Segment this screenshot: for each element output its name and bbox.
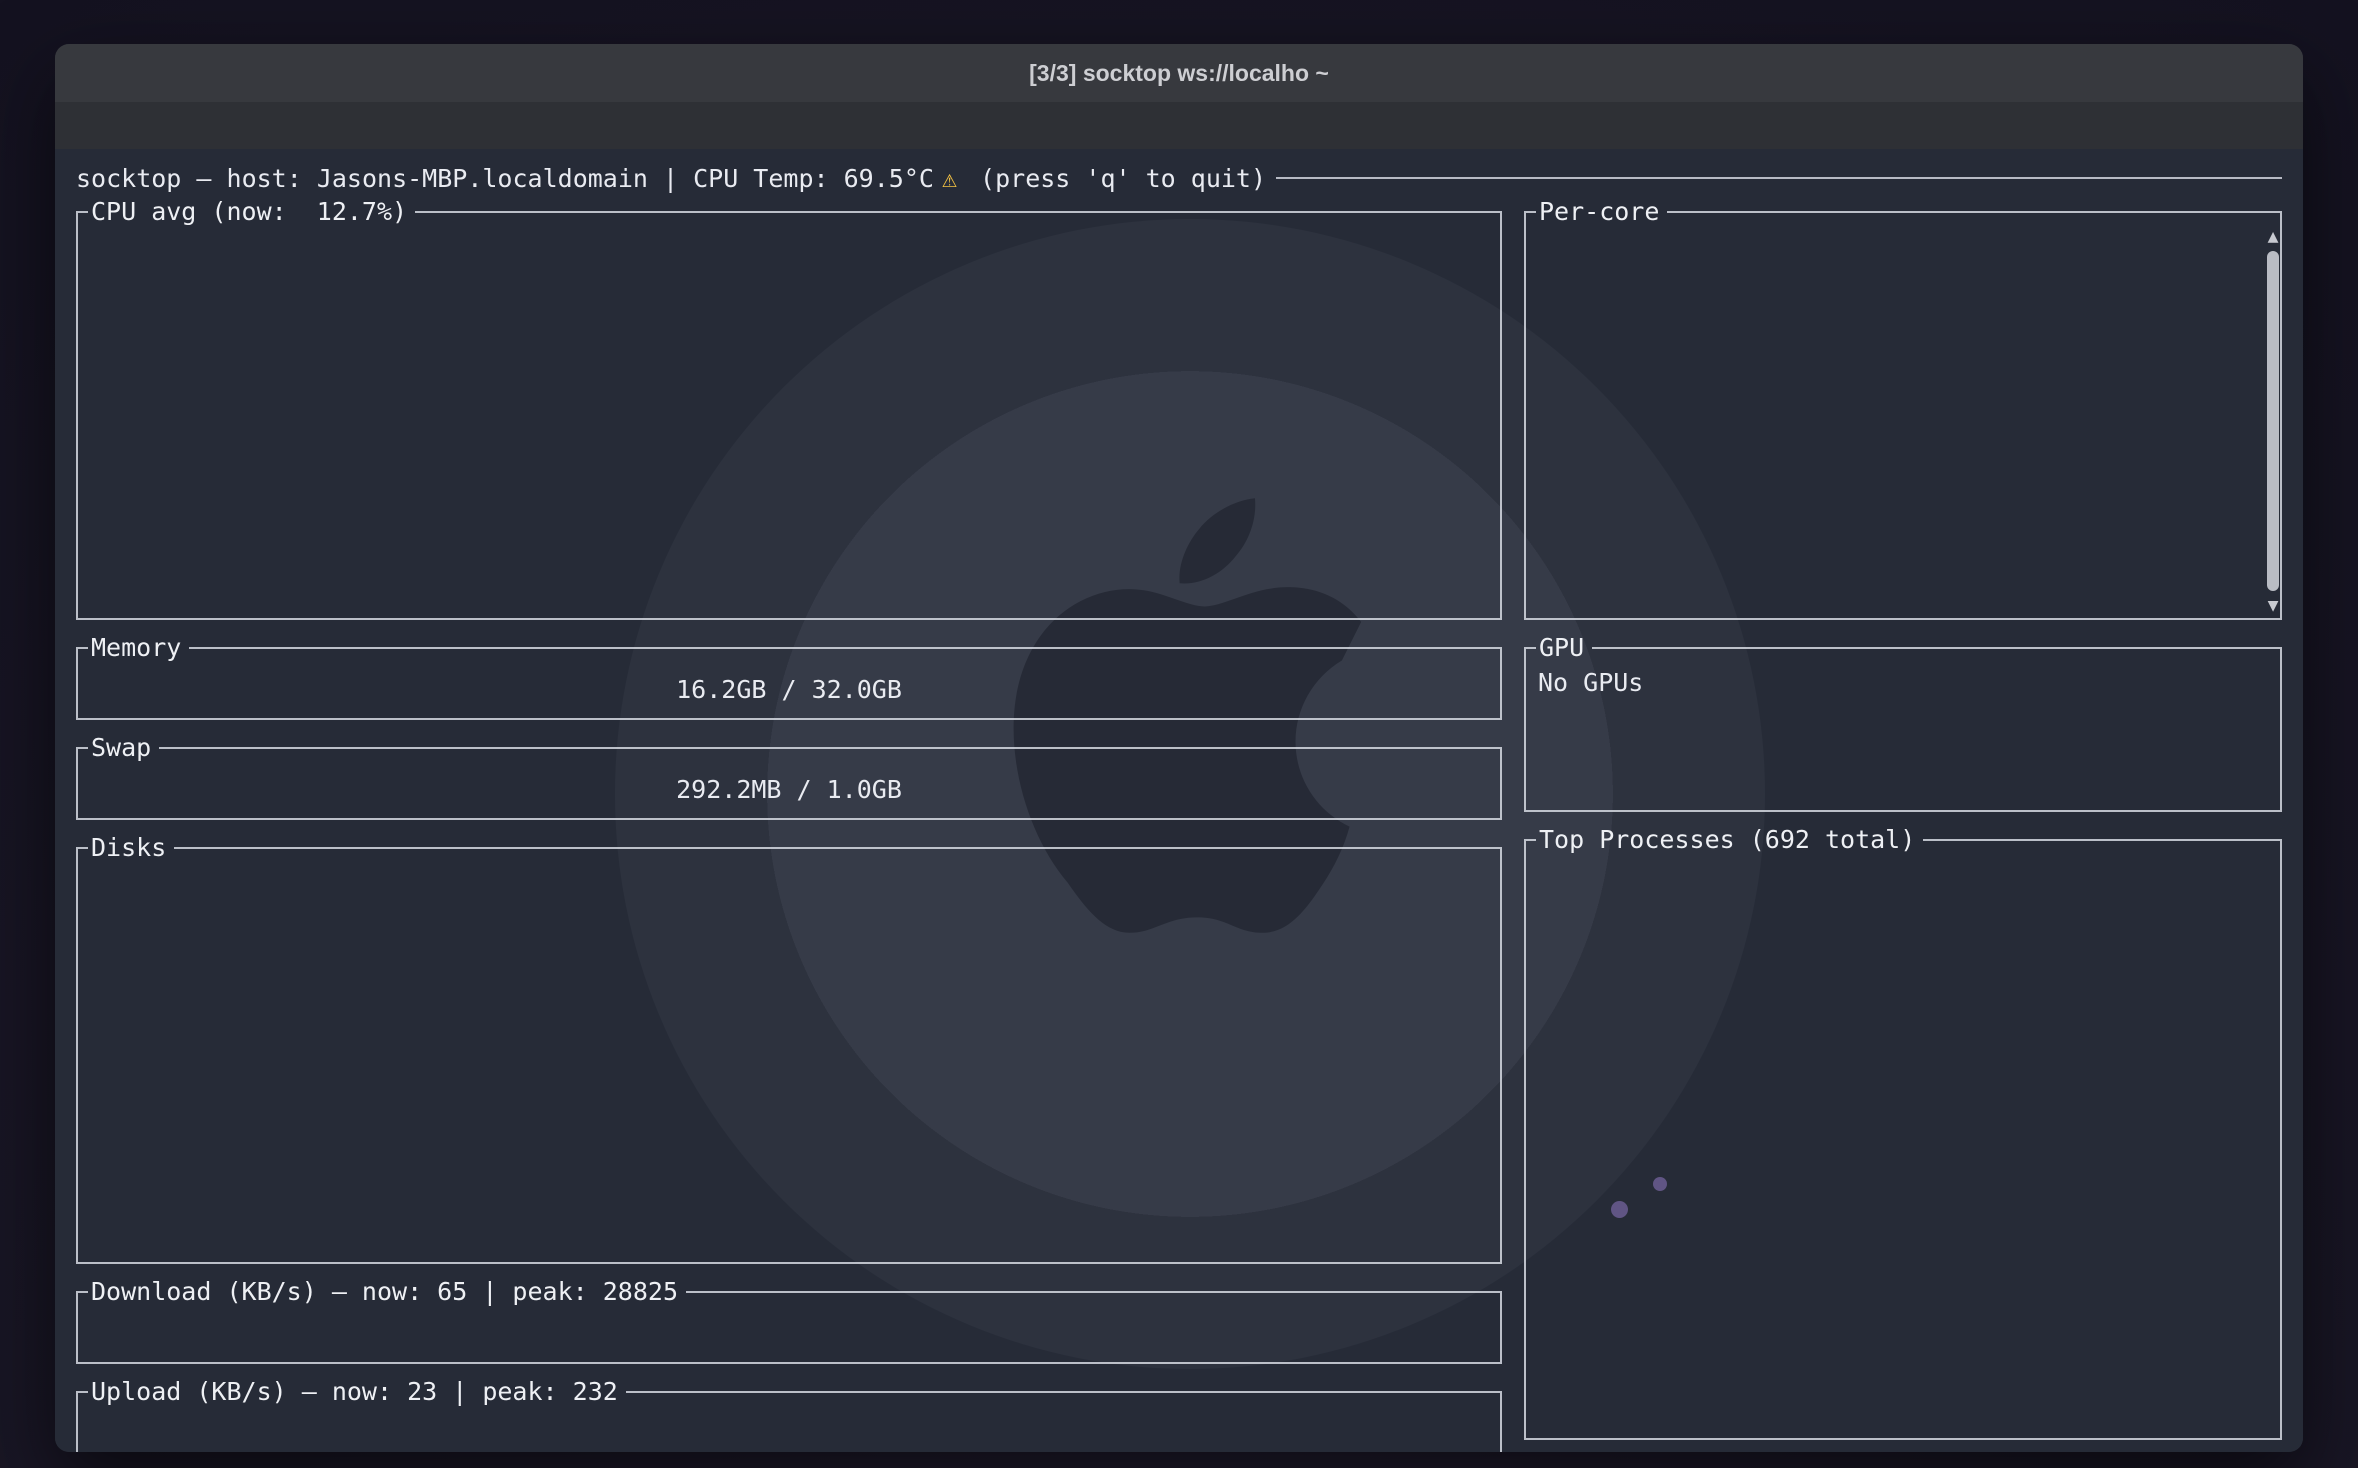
- terminal-window: [3/3] socktop ws://localho ~ socktop — h…: [55, 44, 2303, 1452]
- header-rule: [1276, 177, 2282, 179]
- desktop: [3/3] socktop ws://localho ~ socktop — h…: [0, 0, 2358, 1468]
- cpu-avg-panel-title: CPU avg (now: 12.7%): [88, 199, 415, 224]
- per-core-panel-title: Per-core: [1536, 199, 1667, 224]
- per-core-scrollbar[interactable]: ▲ ▼: [2262, 226, 2284, 616]
- disks-panel-title: Disks: [88, 835, 174, 860]
- per-core-panel: Per-core ▲ ▼: [1524, 199, 2282, 620]
- swap-gauge: 292.2MB / 1.0GB: [88, 770, 1490, 808]
- host-status-text: socktop — host: Jasons-MBP.localdomain |…: [76, 164, 934, 193]
- swap-panel-title: Swap: [88, 735, 159, 760]
- processes-panel-title: Top Processes (692 total): [1536, 827, 1923, 852]
- upload-panel: Upload (KB/s) — now: 23 | peak: 232: [76, 1379, 1502, 1452]
- memory-used-value: 16.2GB /: [676, 675, 796, 704]
- scroll-up-icon[interactable]: ▲: [2268, 226, 2279, 247]
- tab-bar: [55, 102, 2303, 149]
- processes-panel: Top Processes (692 total): [1524, 827, 2282, 1440]
- scroll-down-icon[interactable]: ▼: [2268, 595, 2279, 616]
- window-title: [3/3] socktop ws://localho ~: [55, 60, 2303, 87]
- status-header: socktop — host: Jasons-MBP.localdomain |…: [76, 159, 2282, 197]
- gpu-status-text: No GPUs: [1536, 660, 2270, 697]
- cpu-history-chart: [88, 224, 1490, 596]
- window-titlebar[interactable]: [3/3] socktop ws://localho ~: [55, 44, 2303, 102]
- swap-usage-value: 292.2MB / 1.0GB: [676, 775, 902, 804]
- gpu-panel-title: GPU: [1536, 635, 1592, 660]
- per-core-rows: [1536, 224, 2270, 596]
- memory-panel-title: Memory: [88, 635, 189, 660]
- disks-panel: Disks: [76, 835, 1502, 1264]
- terminal-content: socktop — host: Jasons-MBP.localdomain |…: [55, 149, 2303, 1452]
- quit-hint-text: (press 'q' to quit): [965, 164, 1266, 193]
- download-history-chart: [88, 1306, 1490, 1350]
- cpu-avg-panel: CPU avg (now: 12.7%): [76, 199, 1502, 620]
- upload-history-chart: [88, 1406, 1490, 1450]
- gpu-panel: GPU No GPUs: [1524, 635, 2282, 812]
- memory-total-value: 32.0GB: [797, 675, 902, 704]
- memory-gauge: 16.2GB / 32.0GB: [88, 670, 1490, 708]
- swap-panel: Swap 292.2MB / 1.0GB: [76, 735, 1502, 820]
- memory-panel: Memory 16.2GB / 32.0GB: [76, 635, 1502, 720]
- download-panel: Download (KB/s) — now: 65 | peak: 28825: [76, 1279, 1502, 1364]
- scrollbar-thumb[interactable]: [2267, 251, 2279, 591]
- temp-warning-icon: ⚠: [934, 164, 965, 193]
- upload-panel-title: Upload (KB/s) — now: 23 | peak: 232: [88, 1379, 626, 1404]
- download-panel-title: Download (KB/s) — now: 65 | peak: 28825: [88, 1279, 686, 1304]
